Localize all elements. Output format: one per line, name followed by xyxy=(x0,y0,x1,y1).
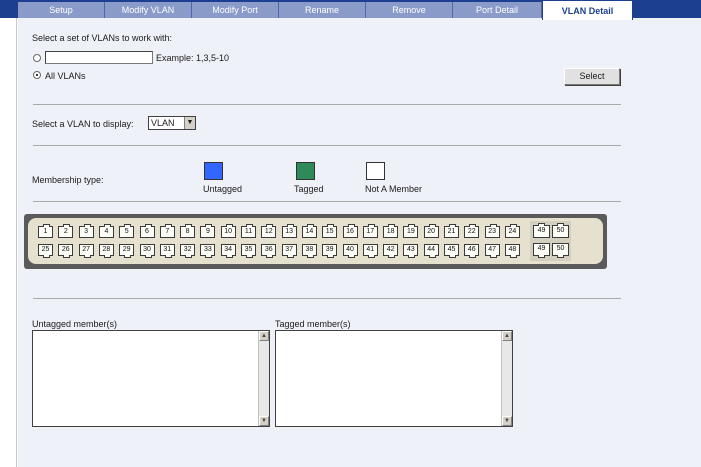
untagged-scrollbar[interactable]: ▲ ▼ xyxy=(258,331,269,426)
not-member-swatch xyxy=(366,162,385,180)
port-13[interactable]: 13 xyxy=(281,224,297,238)
untagged-swatch xyxy=(204,162,223,180)
port-40[interactable]: 40 xyxy=(342,244,358,258)
port-25[interactable]: 25 xyxy=(38,244,53,258)
custom-vlan-radio[interactable] xyxy=(33,54,41,62)
tab-remove[interactable]: Remove xyxy=(366,2,453,18)
vlan-display-value: VLAN xyxy=(151,118,175,128)
port-17[interactable]: 17 xyxy=(362,224,378,238)
tagged-members-label: Tagged member(s) xyxy=(275,319,351,329)
port-49[interactable]: 49 xyxy=(533,223,550,238)
port-45[interactable]: 45 xyxy=(444,244,459,258)
port-19[interactable]: 19 xyxy=(403,224,419,238)
port-8[interactable]: 8 xyxy=(180,224,196,238)
untagged-legend-label: Untagged xyxy=(203,184,243,194)
port-43[interactable]: 43 xyxy=(403,244,419,258)
tab-rename[interactable]: Rename xyxy=(279,2,366,18)
port-14[interactable]: 14 xyxy=(301,224,317,238)
port-5[interactable]: 5 xyxy=(119,224,135,238)
left-strip xyxy=(0,18,17,467)
scroll-down-icon[interactable]: ▼ xyxy=(259,416,269,426)
tab-vlan-detail[interactable]: VLAN Detail xyxy=(542,0,633,20)
port-16[interactable]: 16 xyxy=(342,224,358,238)
vlan-detail-panel: Select a set of VLANs to work with: Exam… xyxy=(18,18,701,467)
untagged-members-list[interactable]: ▲ ▼ xyxy=(32,330,270,427)
vlan-range-example: Example: 1,3,5-10 xyxy=(156,53,230,63)
port-21[interactable]: 21 xyxy=(444,224,459,238)
port-41[interactable]: 41 xyxy=(362,244,378,258)
port-33[interactable]: 33 xyxy=(200,244,216,258)
port-38[interactable]: 38 xyxy=(301,244,317,258)
vlan-display-select[interactable]: VLAN ▼ xyxy=(148,116,196,130)
port-12[interactable]: 12 xyxy=(261,224,277,238)
port-31[interactable]: 31 xyxy=(159,244,175,258)
tab-port-detail[interactable]: Port Detail xyxy=(453,2,542,18)
port-9[interactable]: 9 xyxy=(200,224,216,238)
port-42[interactable]: 42 xyxy=(383,244,399,258)
chevron-down-icon[interactable]: ▼ xyxy=(184,117,195,129)
port-11[interactable]: 11 xyxy=(241,224,256,238)
port-37[interactable]: 37 xyxy=(281,244,297,258)
tagged-scrollbar[interactable]: ▲ ▼ xyxy=(501,331,512,426)
port-47[interactable]: 47 xyxy=(484,244,500,258)
port-49[interactable]: 49 xyxy=(533,243,550,258)
tagged-swatch xyxy=(296,162,315,180)
port-29[interactable]: 29 xyxy=(119,244,135,258)
port-50[interactable]: 50 xyxy=(552,243,569,258)
port-15[interactable]: 15 xyxy=(322,224,338,238)
divider xyxy=(33,104,621,105)
tab-bar: Setup Modify VLAN Modify Port Rename Rem… xyxy=(0,0,701,20)
scroll-up-icon[interactable]: ▲ xyxy=(259,331,269,341)
scroll-down-icon[interactable]: ▼ xyxy=(502,416,512,426)
port-2[interactable]: 2 xyxy=(58,224,74,238)
vlan-range-input[interactable] xyxy=(45,51,153,64)
port-18[interactable]: 18 xyxy=(383,224,399,238)
port-35[interactable]: 35 xyxy=(241,244,256,258)
not-member-legend-label: Not A Member xyxy=(365,184,423,194)
switch-faceplate: 1 2 3 4 5 6 7 8 9 10 11 12 13 14 15 16 17 18 19 20 21 22 23 24 2… xyxy=(28,218,603,264)
port-28[interactable]: 28 xyxy=(98,244,114,258)
port-50[interactable]: 50 xyxy=(552,223,569,238)
port-34[interactable]: 34 xyxy=(220,244,236,258)
switch-chassis: 1 2 3 4 5 6 7 8 9 10 11 12 13 14 15 16 17 18 19 20 21 22 23 24 2… xyxy=(24,214,607,269)
divider xyxy=(33,298,621,299)
port-46[interactable]: 46 xyxy=(464,244,480,258)
vlan-set-heading: Select a set of VLANs to work with: xyxy=(32,33,173,43)
membership-type-label: Membership type: xyxy=(32,175,104,185)
port-24[interactable]: 24 xyxy=(504,224,520,238)
untagged-members-label: Untagged member(s) xyxy=(32,319,118,329)
port-22[interactable]: 22 xyxy=(464,224,480,238)
port-6[interactable]: 6 xyxy=(139,224,155,238)
all-vlans-radio[interactable] xyxy=(33,71,41,79)
port-27[interactable]: 27 xyxy=(78,244,94,258)
port-10[interactable]: 10 xyxy=(220,224,236,238)
tab-setup[interactable]: Setup xyxy=(18,2,105,18)
tagged-legend-label: Tagged xyxy=(294,184,324,194)
port-32[interactable]: 32 xyxy=(180,244,196,258)
all-vlans-label: All VLANs xyxy=(45,71,86,81)
scroll-up-icon[interactable]: ▲ xyxy=(502,331,512,341)
divider xyxy=(33,201,621,202)
port-36[interactable]: 36 xyxy=(261,244,277,258)
port-44[interactable]: 44 xyxy=(423,244,439,258)
port-48[interactable]: 48 xyxy=(504,244,520,258)
port-1[interactable]: 1 xyxy=(38,224,53,238)
tagged-members-list[interactable]: ▲ ▼ xyxy=(275,330,513,427)
port-20[interactable]: 20 xyxy=(423,224,439,238)
port-39[interactable]: 39 xyxy=(322,244,338,258)
tab-modify-vlan[interactable]: Modify VLAN xyxy=(105,2,192,18)
tab-modify-port[interactable]: Modify Port xyxy=(192,2,279,18)
port-26[interactable]: 26 xyxy=(58,244,74,258)
port-4[interactable]: 4 xyxy=(98,224,114,238)
divider xyxy=(33,145,621,146)
select-button[interactable]: Select xyxy=(564,68,620,85)
vlan-display-label: Select a VLAN to display: xyxy=(32,119,134,129)
port-30[interactable]: 30 xyxy=(139,244,155,258)
port-23[interactable]: 23 xyxy=(484,224,500,238)
port-7[interactable]: 7 xyxy=(159,224,175,238)
port-3[interactable]: 3 xyxy=(78,224,94,238)
